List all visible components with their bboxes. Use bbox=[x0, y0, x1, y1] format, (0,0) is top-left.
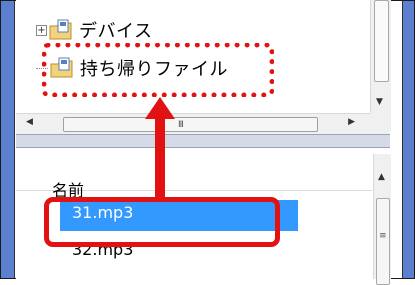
scroll-right-arrow-icon[interactable]: ▶ bbox=[348, 117, 355, 127]
tree-vertical-scrollbar[interactable]: ▼ bbox=[370, 0, 391, 131]
expand-icon[interactable]: + bbox=[36, 24, 47, 36]
pane-splitter[interactable] bbox=[16, 134, 390, 148]
scrollbar-thumb[interactable]: ≡ bbox=[376, 198, 390, 285]
left-edge-line bbox=[14, 1, 15, 278]
scroll-corner bbox=[370, 113, 390, 134]
folder-device-icon bbox=[49, 19, 72, 40]
scroll-down-arrow-icon[interactable]: ▼ bbox=[376, 97, 383, 107]
left-window-edge bbox=[1, 1, 14, 278]
arrow-up-icon bbox=[145, 97, 175, 119]
right-window-edge bbox=[403, 1, 414, 278]
scrollbar-thumb[interactable] bbox=[374, 0, 389, 82]
tree-item-devices[interactable]: + デバイス bbox=[36, 17, 152, 43]
scroll-up-arrow-icon[interactable]: ▲ bbox=[378, 172, 385, 182]
column-header-name[interactable]: 名前 bbox=[16, 154, 372, 200]
tree-horizontal-scrollbar[interactable]: ◀ III ▶ bbox=[16, 113, 370, 134]
scroll-left-arrow-icon[interactable]: ◀ bbox=[26, 117, 33, 127]
highlight-dotted-box bbox=[42, 43, 274, 97]
highlight-solid-box bbox=[44, 197, 280, 247]
scrollbar-grip-icon: ≡ bbox=[379, 231, 387, 241]
list-vertical-scrollbar[interactable]: ▲ ≡ bbox=[373, 154, 391, 285]
scrollbar-thumb[interactable]: III bbox=[63, 117, 318, 132]
arrow-shaft bbox=[155, 118, 165, 198]
right-edge-line bbox=[402, 1, 403, 278]
tree-item-label: デバイス bbox=[79, 21, 153, 42]
scrollbar-grip-icon: III bbox=[178, 120, 184, 130]
